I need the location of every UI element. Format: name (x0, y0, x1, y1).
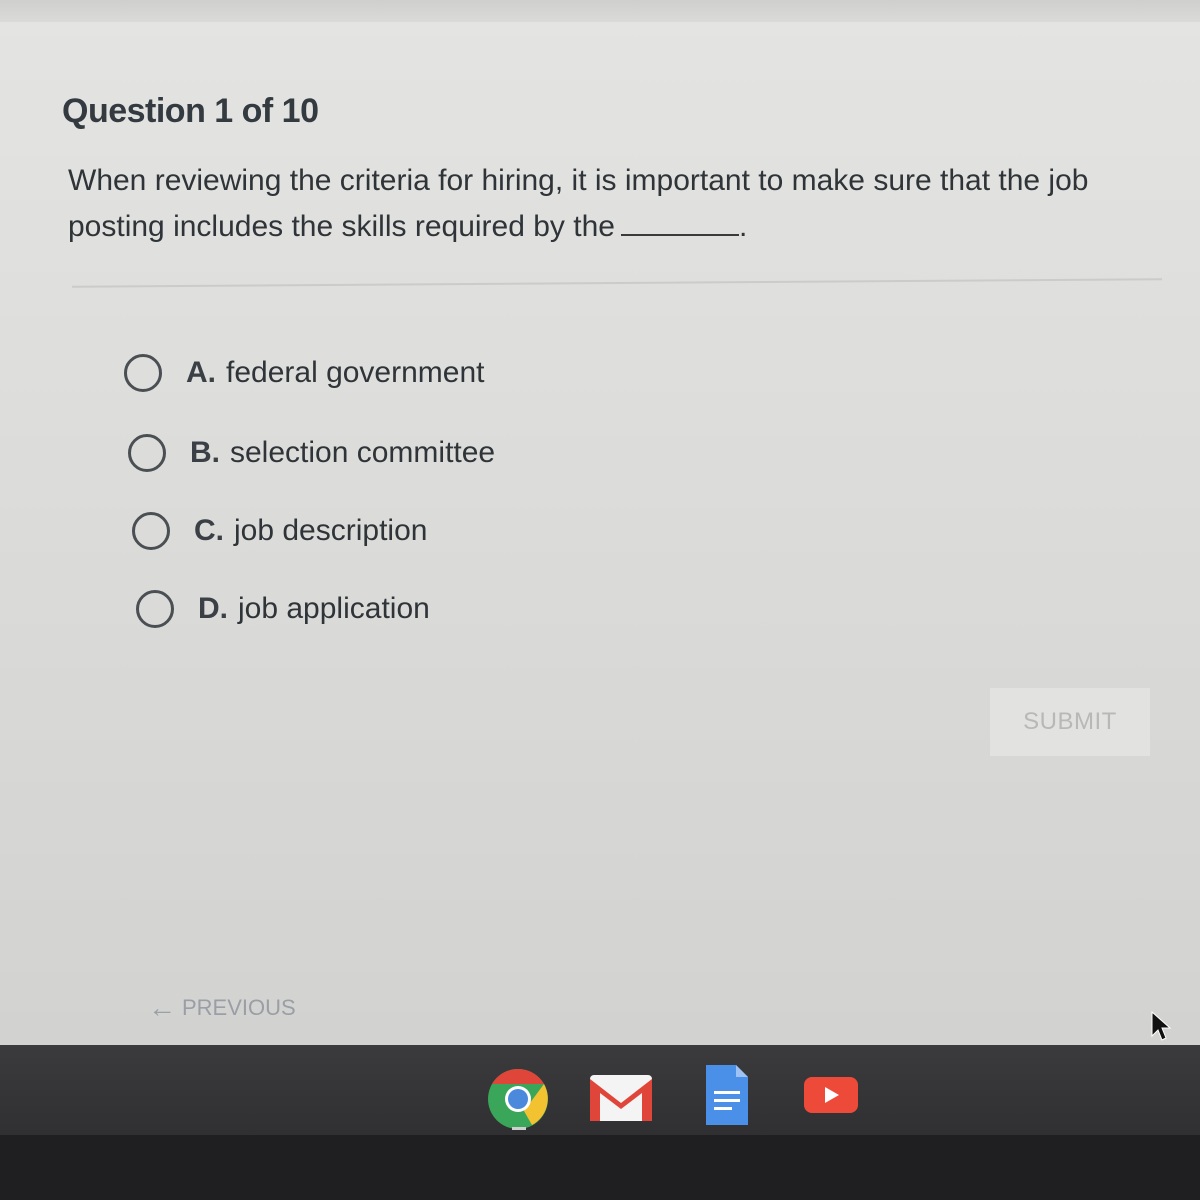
option-b[interactable]: B. selection committee (128, 428, 495, 478)
radio-button[interactable] (136, 590, 174, 628)
option-letter: C. (194, 514, 224, 547)
mouse-cursor-icon (1151, 1010, 1172, 1041)
submit-button[interactable]: SUBMIT (990, 688, 1150, 756)
device-bezel (0, 1135, 1200, 1200)
previous-button[interactable]: ← PREVIOUS (148, 990, 296, 1026)
arrow-left-icon: ← (148, 992, 176, 1023)
option-text: job application (238, 592, 430, 625)
option-text: job description (234, 514, 428, 547)
radio-button[interactable] (128, 434, 166, 472)
option-text: selection committee (230, 436, 496, 469)
radio-button[interactable] (124, 354, 162, 392)
active-app-indicator (512, 1127, 526, 1130)
option-a[interactable]: A. federal government (124, 348, 485, 398)
answer-options: A. federal government B. selection commi… (0, 0, 1200, 700)
gmail-icon[interactable] (586, 1067, 656, 1127)
radio-button[interactable] (132, 512, 170, 550)
docs-icon[interactable] (702, 1063, 752, 1129)
option-letter: B. (190, 436, 220, 469)
option-text: federal government (226, 356, 485, 389)
chrome-icon[interactable] (486, 1067, 550, 1131)
app-shelf (0, 1045, 1200, 1135)
previous-label: PREVIOUS (182, 995, 296, 1020)
option-letter: D. (198, 592, 228, 625)
option-c[interactable]: C. job description (132, 506, 427, 556)
youtube-icon[interactable] (802, 1075, 860, 1115)
option-d[interactable]: D. job application (136, 584, 430, 634)
screen: Question 1 of 10 When reviewing the crit… (0, 0, 1200, 1050)
option-letter: A. (186, 356, 216, 389)
